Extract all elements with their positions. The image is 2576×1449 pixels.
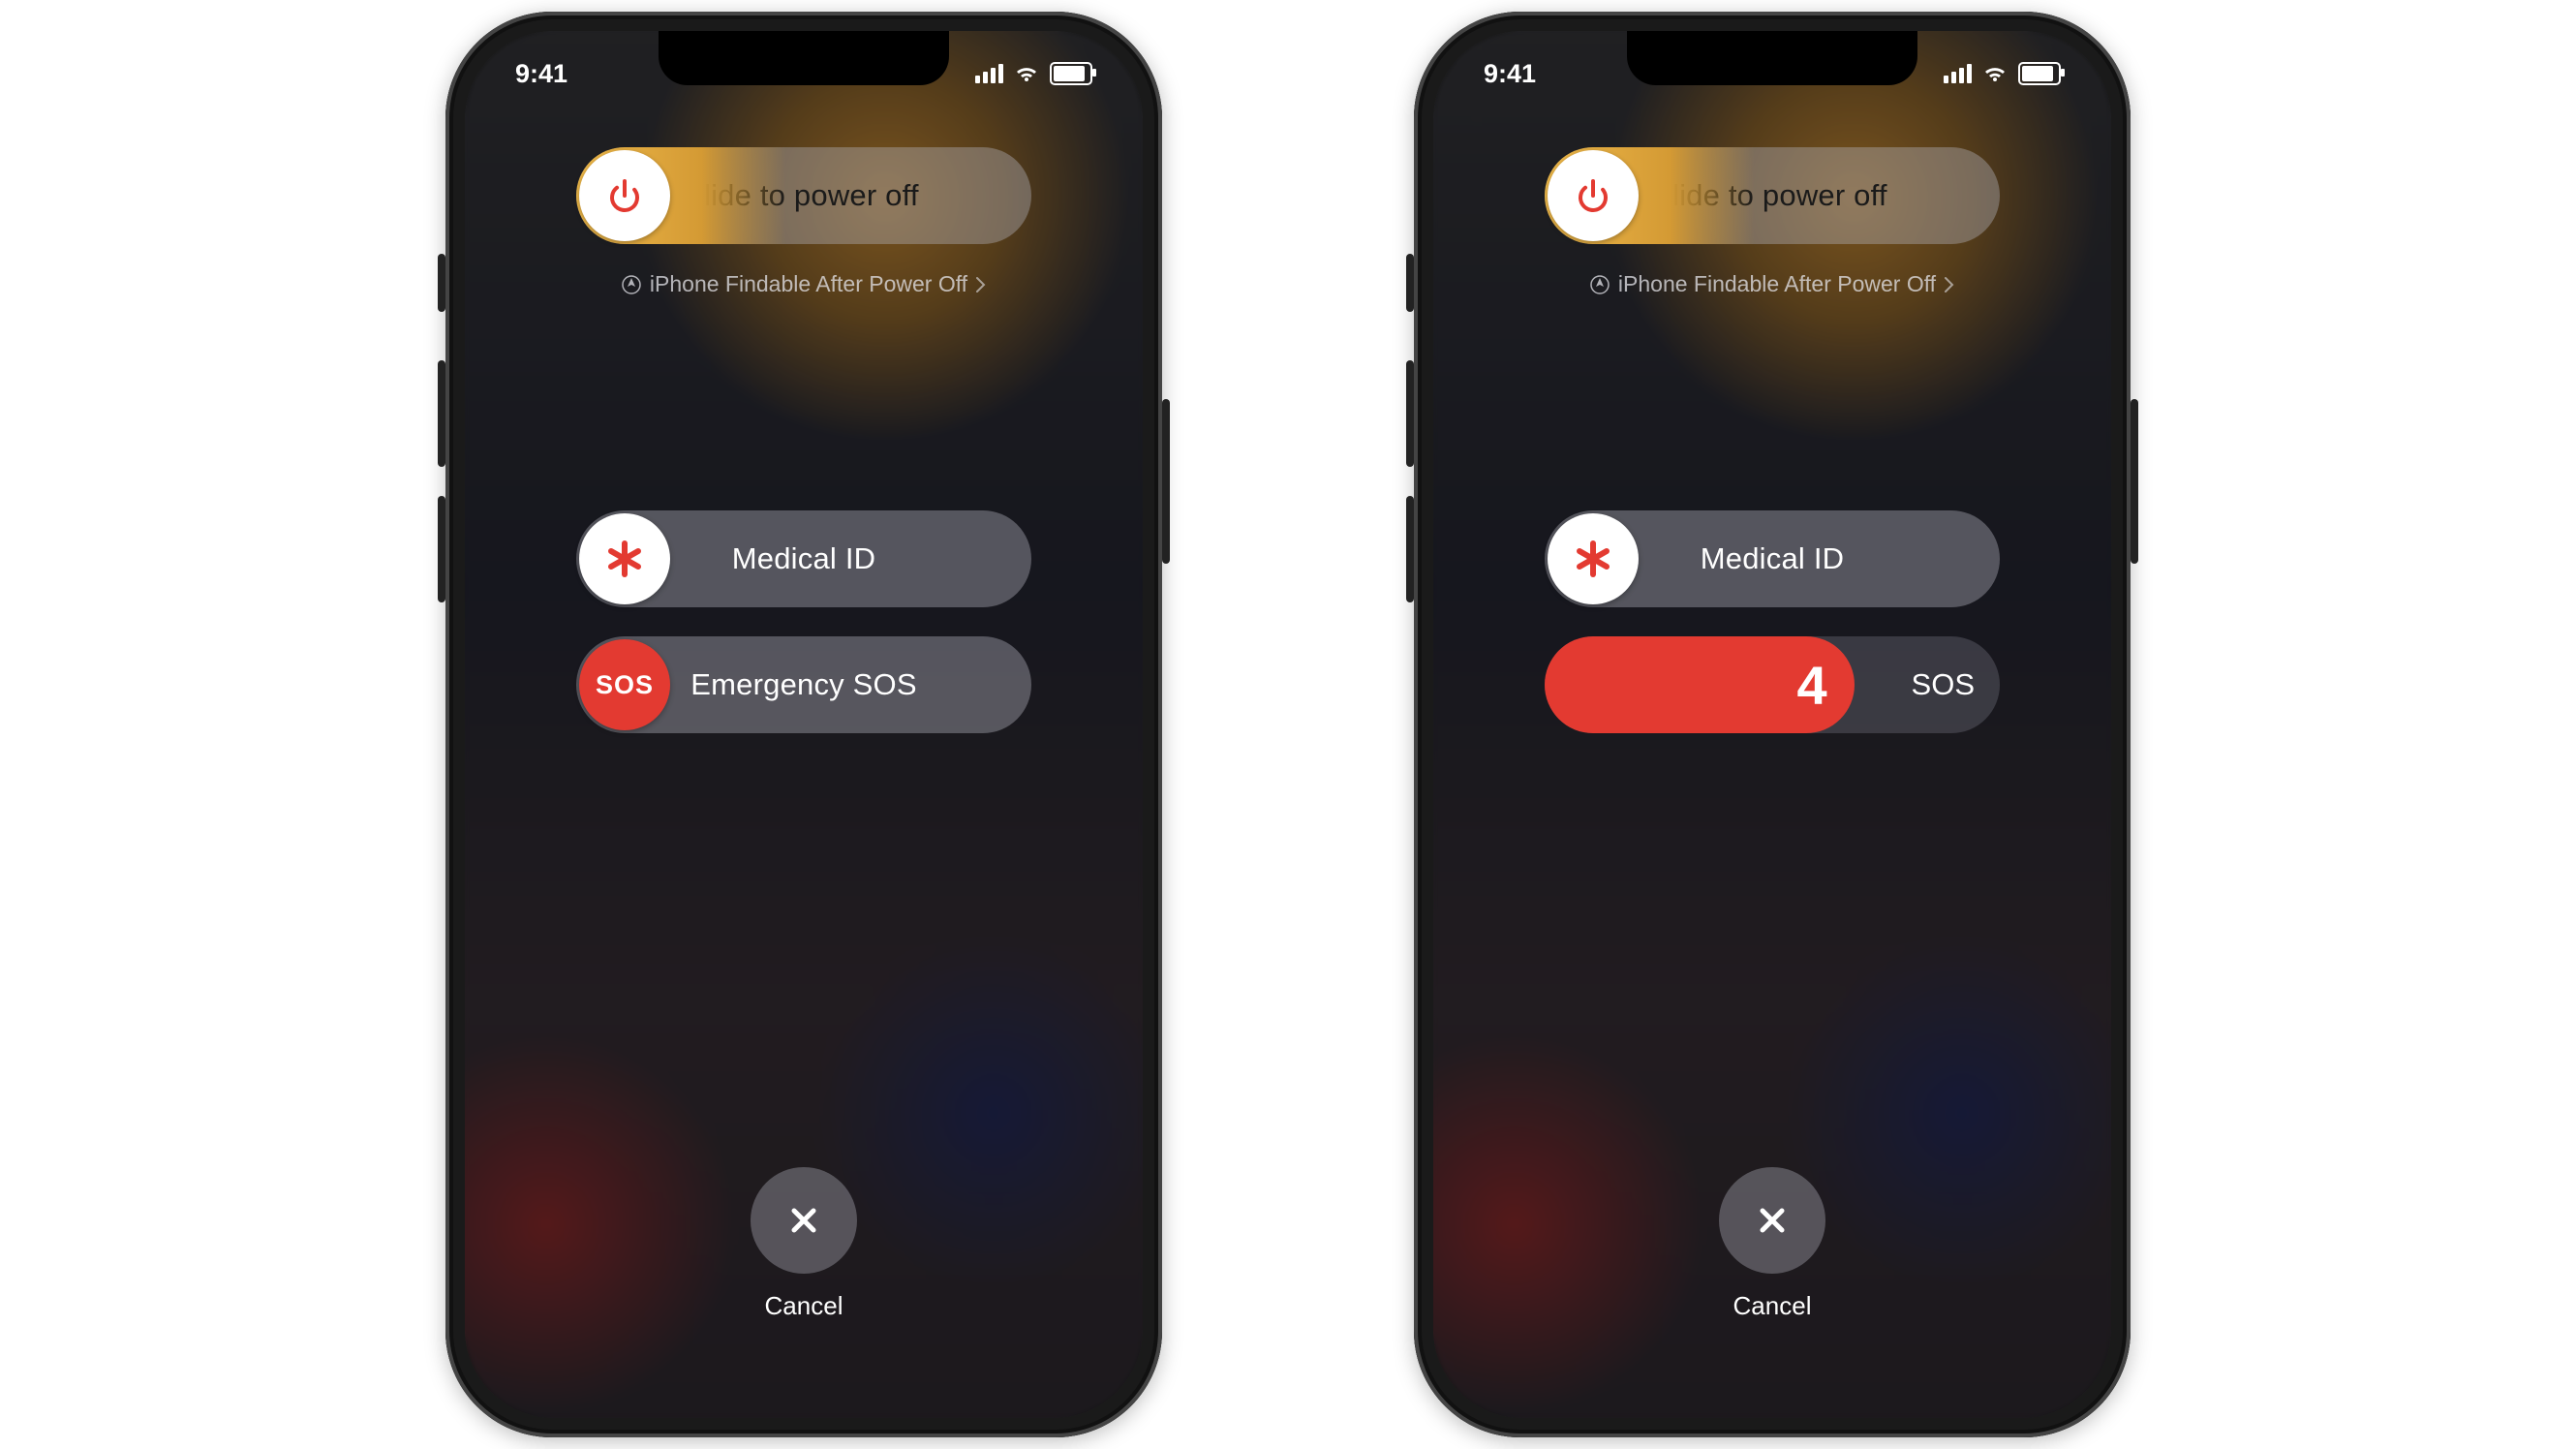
phone-left: 9:41	[445, 12, 1162, 1437]
medical-id-slider[interactable]: Medical ID	[1545, 510, 2000, 607]
volume-up-button[interactable]	[1406, 360, 1414, 467]
sos-stub-label: SOS	[1912, 667, 1975, 702]
emergency-sos-slider[interactable]: SOS Emergency SOS	[576, 636, 1031, 733]
side-button[interactable]	[2131, 399, 2138, 564]
status-time: 9:41	[515, 59, 567, 89]
volume-up-button[interactable]	[438, 360, 445, 467]
power-icon	[603, 174, 646, 217]
battery-icon	[2018, 62, 2061, 85]
findable-text: iPhone Findable After Power Off	[650, 271, 967, 297]
cellular-icon	[975, 64, 1003, 83]
medical-asterisk-icon	[1572, 538, 1614, 580]
medical-id-knob[interactable]	[579, 513, 670, 604]
power-off-slider[interactable]: slide to power off	[1545, 147, 2000, 244]
cellular-icon	[1944, 64, 1972, 83]
power-icon	[1572, 174, 1614, 217]
findable-link[interactable]: iPhone Findable After Power Off	[465, 271, 1143, 297]
status-time: 9:41	[1484, 59, 1536, 89]
medical-id-slider[interactable]: Medical ID	[576, 510, 1031, 607]
volume-down-button[interactable]	[1406, 496, 1414, 602]
sos-countdown-number: 4	[1796, 654, 1826, 717]
status-bar: 9:41	[465, 54, 1143, 93]
sos-knob-label: SOS	[596, 670, 654, 700]
volume-down-button[interactable]	[438, 496, 445, 602]
power-off-knob[interactable]	[1548, 150, 1639, 241]
medical-id-knob[interactable]	[1548, 513, 1639, 604]
findmy-icon	[621, 274, 642, 295]
power-off-slider[interactable]: slide to power off	[576, 147, 1031, 244]
findable-link[interactable]: iPhone Findable After Power Off	[1433, 271, 2111, 297]
wifi-icon	[1013, 63, 1040, 84]
chevron-right-icon	[1944, 276, 1955, 293]
wifi-icon	[1981, 63, 2009, 84]
medical-asterisk-icon	[603, 538, 646, 580]
phone-right: 9:41	[1414, 12, 2131, 1437]
power-off-knob[interactable]	[579, 150, 670, 241]
findable-text: iPhone Findable After Power Off	[1618, 271, 1936, 297]
mute-switch[interactable]	[438, 254, 445, 312]
side-button[interactable]	[1162, 399, 1170, 564]
mute-switch[interactable]	[1406, 254, 1414, 312]
status-bar: 9:41	[1433, 54, 2111, 93]
findmy-icon	[1589, 274, 1610, 295]
sos-countdown-fill: 4	[1545, 636, 1855, 733]
battery-icon	[1050, 62, 1092, 85]
chevron-right-icon	[975, 276, 987, 293]
sos-knob[interactable]: SOS	[579, 639, 670, 730]
emergency-sos-countdown[interactable]: SOS 4	[1545, 636, 2000, 733]
